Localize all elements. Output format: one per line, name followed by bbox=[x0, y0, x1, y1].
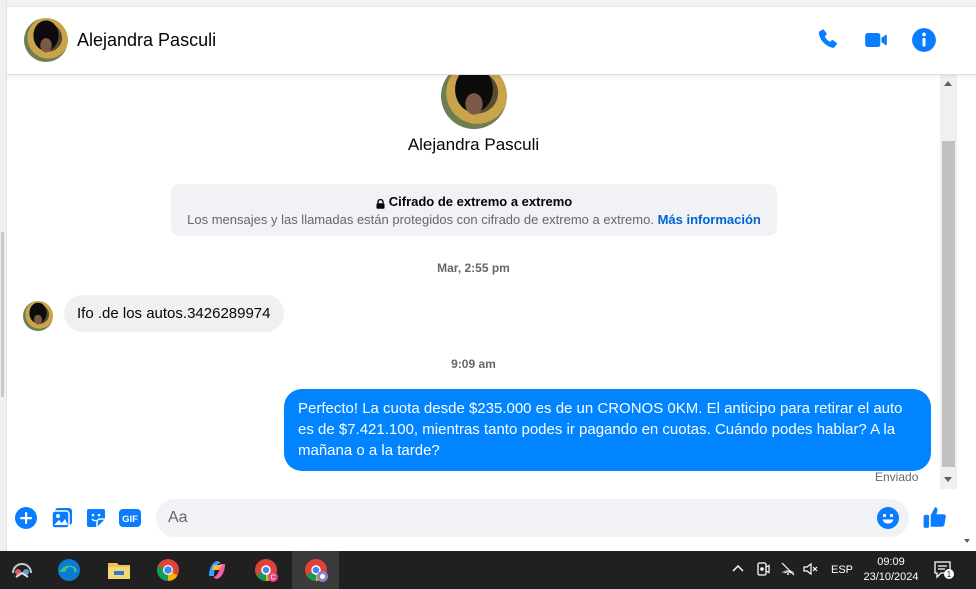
top-edge bbox=[7, 0, 976, 7]
widgets-icon[interactable] bbox=[9, 557, 35, 583]
wifi-icon[interactable] bbox=[780, 561, 796, 580]
notifications-icon[interactable]: 1 bbox=[933, 560, 955, 583]
chrome-profile-icon[interactable]: C bbox=[253, 557, 279, 583]
conversation-header: Alejandra Pasculi bbox=[7, 7, 976, 75]
emoji-icon[interactable] bbox=[876, 506, 900, 530]
message-timestamp: Mar, 2:55 pm bbox=[437, 261, 510, 275]
edge-browser-icon[interactable] bbox=[56, 557, 82, 583]
file-explorer-icon[interactable] bbox=[106, 557, 132, 583]
message-thread[interactable]: Alejandra Pasculi Cifrado de extremo a e… bbox=[7, 75, 940, 489]
more-actions-plus-icon[interactable] bbox=[14, 506, 38, 530]
clock-date: 23/10/2024 bbox=[863, 571, 919, 583]
copilot-icon[interactable] bbox=[204, 557, 230, 583]
encryption-description: Los mensajes y las llamadas están proteg… bbox=[187, 212, 654, 227]
volume-muted-icon[interactable] bbox=[802, 561, 818, 580]
clock-time: 09:09 bbox=[877, 556, 905, 568]
scrollbar-thumb[interactable] bbox=[942, 141, 955, 467]
notification-count: 1 bbox=[947, 570, 952, 579]
message-status: Enviado bbox=[875, 470, 919, 484]
sender-avatar[interactable] bbox=[23, 301, 53, 331]
gif-icon[interactable]: GIF bbox=[118, 506, 142, 530]
show-hidden-icons-chevron-icon[interactable] bbox=[731, 561, 745, 578]
message-composer: GIF bbox=[7, 489, 957, 551]
outgoing-message[interactable]: Perfecto! La cuota desde $235.000 es de … bbox=[284, 389, 931, 471]
incoming-message[interactable]: Ifo .de los autos.3426289974 bbox=[64, 295, 284, 332]
chrome-icon[interactable] bbox=[155, 557, 181, 583]
message-input-container[interactable] bbox=[156, 499, 909, 537]
profile-name: Alejandra Pasculi bbox=[407, 135, 540, 154]
profile-avatar[interactable] bbox=[441, 75, 507, 129]
contact-avatar[interactable] bbox=[24, 18, 68, 62]
messenger-window: Alejandra Pasculi Alejandra Pasculi Cifr… bbox=[0, 0, 976, 589]
page-scrollbar bbox=[957, 75, 976, 551]
message-timestamp: 9:09 am bbox=[451, 357, 496, 371]
chrome-profile-active-icon[interactable] bbox=[303, 557, 329, 583]
page-scroll-down-icon[interactable] bbox=[964, 539, 970, 543]
video-call-icon[interactable] bbox=[863, 27, 889, 53]
more-info-link[interactable]: Más información bbox=[658, 212, 761, 227]
lock-icon bbox=[376, 197, 385, 209]
sticker-icon[interactable] bbox=[84, 506, 108, 530]
windows-taskbar: C ESP 09:09 23/10/2024 1 bbox=[0, 551, 976, 589]
left-edge bbox=[0, 0, 7, 551]
scroll-up-arrow-icon[interactable] bbox=[944, 81, 952, 86]
encryption-title: Cifrado de extremo a extremo bbox=[388, 194, 573, 209]
message-input[interactable] bbox=[168, 499, 868, 537]
encryption-notice: Cifrado de extremo a extremo Los mensaje… bbox=[171, 184, 777, 236]
meet-now-icon[interactable] bbox=[755, 561, 771, 580]
conversation-info-icon[interactable] bbox=[911, 27, 937, 53]
phone-call-icon[interactable] bbox=[815, 27, 841, 53]
contact-name[interactable]: Alejandra Pasculi bbox=[77, 30, 216, 51]
scroll-down-arrow-icon[interactable] bbox=[944, 477, 952, 482]
svg-text:C: C bbox=[270, 575, 275, 582]
thread-scrollbar[interactable] bbox=[940, 75, 957, 551]
system-clock[interactable]: 09:09 23/10/2024 bbox=[856, 555, 926, 585]
like-thumbs-up-icon[interactable] bbox=[922, 504, 948, 530]
attach-image-icon[interactable] bbox=[50, 506, 74, 530]
gif-label: GIF bbox=[122, 514, 138, 525]
input-language[interactable]: ESP bbox=[831, 564, 853, 576]
